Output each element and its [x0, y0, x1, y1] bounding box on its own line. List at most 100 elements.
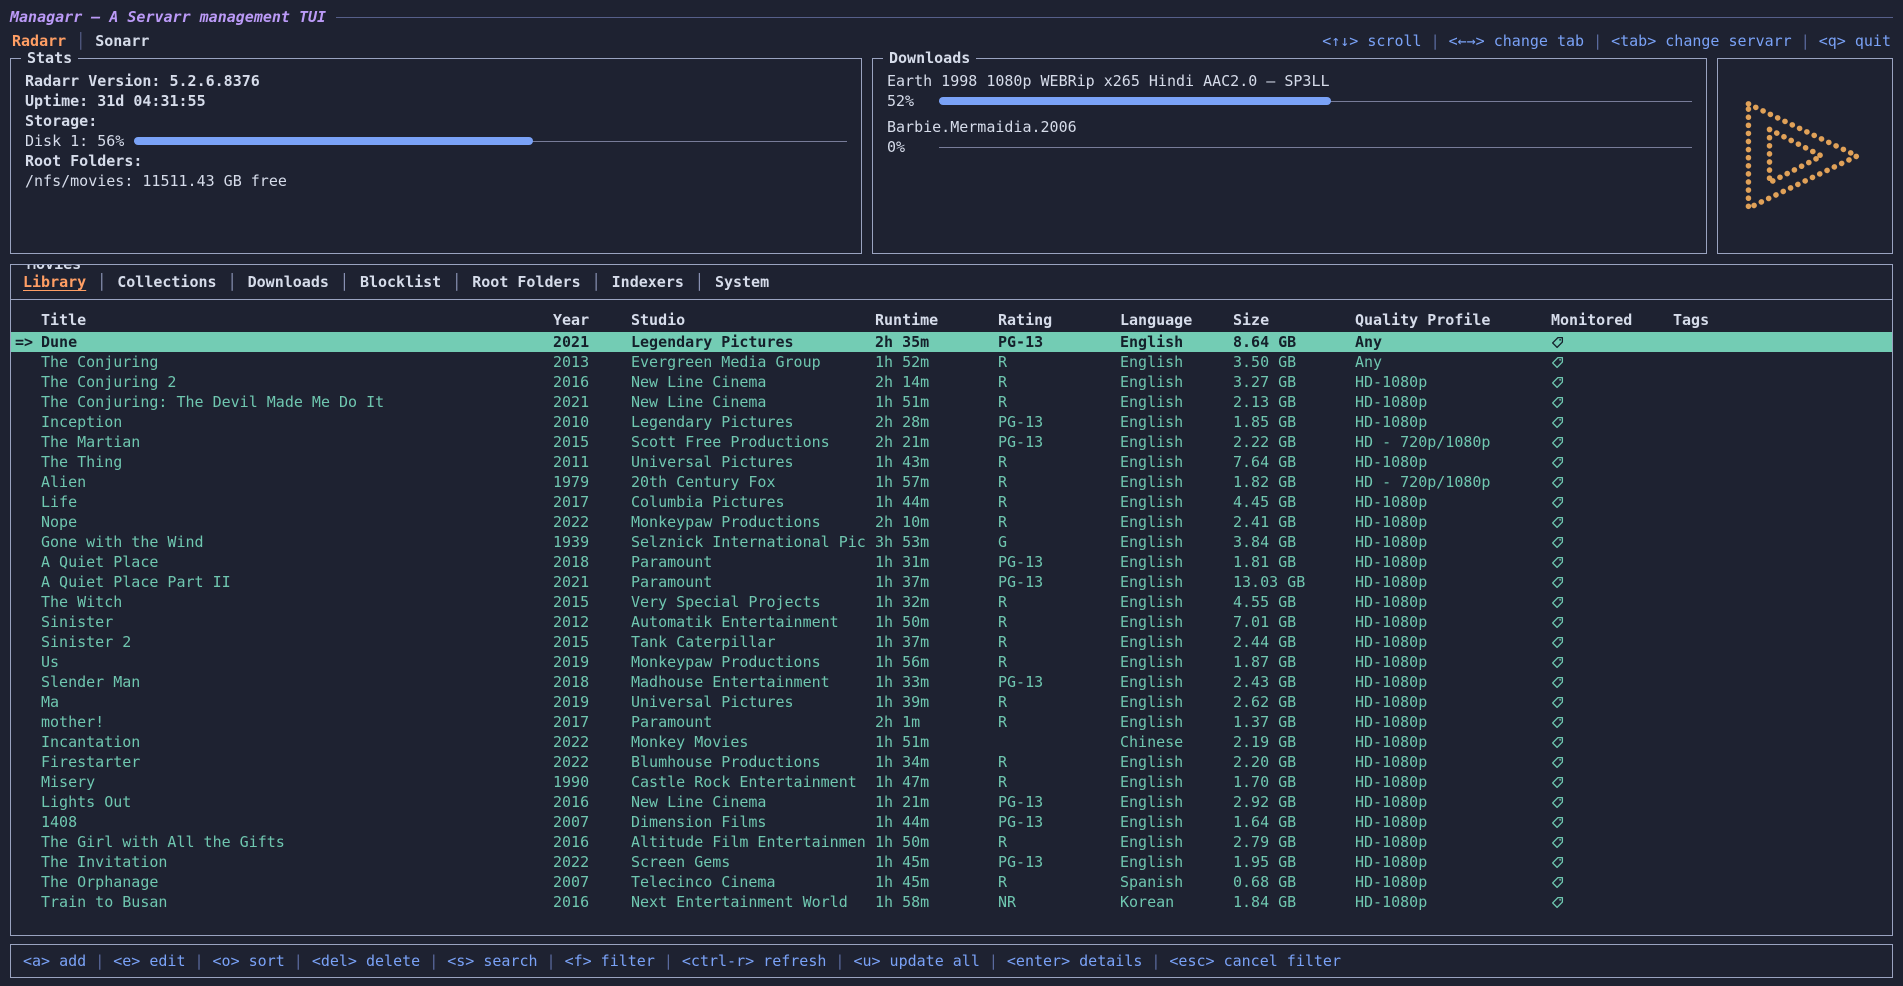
table-row[interactable]: Misery1990Castle Rock Entertainment1h 47…: [11, 772, 1892, 792]
table-row[interactable]: Lights Out2016New Line Cinema1h 21mPG-13…: [11, 792, 1892, 812]
cell-monitored: [1551, 872, 1673, 892]
cell-monitored: [1551, 532, 1673, 552]
table-row[interactable]: The Witch2015Very Special Projects1h 32m…: [11, 592, 1892, 612]
movies-tab-indexers[interactable]: Indexers: [612, 273, 684, 291]
keybinding-hint-key: <ctrl-r>: [682, 952, 754, 970]
cell-runtime: 1h 39m: [875, 692, 998, 712]
movies-tab-root-folders[interactable]: Root Folders: [472, 273, 580, 291]
table-row[interactable]: Firestarter2022Blumhouse Productions1h 3…: [11, 752, 1892, 772]
cell-rating: PG-13: [998, 572, 1120, 592]
cell-rating: PG-13: [998, 672, 1120, 692]
help-hint-label: quit: [1846, 32, 1891, 50]
table-row[interactable]: The Conjuring 22016New Line Cinema2h 14m…: [11, 372, 1892, 392]
table-row[interactable]: Inception2010Legendary Pictures2h 28mPG-…: [11, 412, 1892, 432]
download-item-name: Barbie.Mermaidia.2006: [887, 117, 1692, 137]
separator: │: [592, 273, 601, 291]
table-row[interactable]: Sinister 22015Tank Caterpillar1h 37mREng…: [11, 632, 1892, 652]
table-row[interactable]: A Quiet Place Part II2021Paramount1h 37m…: [11, 572, 1892, 592]
cell-size: 1.82 GB: [1233, 472, 1355, 492]
column-header-size[interactable]: Size: [1233, 310, 1355, 330]
table-row[interactable]: The Invitation2022Screen Gems1h 45mPG-13…: [11, 852, 1892, 872]
column-header-tags[interactable]: Tags: [1673, 310, 1892, 330]
keybinding-hint-label: cancel filter: [1215, 952, 1341, 970]
servarr-tab-sonarr[interactable]: Sonarr: [95, 32, 149, 50]
version-label: Radarr Version:: [25, 71, 160, 91]
cell-year: 2015: [553, 432, 631, 452]
separator: |: [95, 952, 104, 970]
movies-tab-library[interactable]: Library: [23, 273, 86, 291]
table-row[interactable]: Sinister2012Automatik Entertainment1h 50…: [11, 612, 1892, 632]
table-row[interactable]: Gone with the Wind1939Selznick Internati…: [11, 532, 1892, 552]
movies-tab-system[interactable]: System: [715, 273, 769, 291]
column-header-quality[interactable]: Quality Profile: [1355, 310, 1551, 330]
cell-title: Lights Out: [41, 792, 553, 812]
cell-title: A Quiet Place Part II: [41, 572, 553, 592]
cell-quality: HD-1080p: [1355, 512, 1551, 532]
table-row[interactable]: 14082007Dimension Films1h 44mPG-13Englis…: [11, 812, 1892, 832]
cell-quality: HD-1080p: [1355, 712, 1551, 732]
table-row[interactable]: Nope2022Monkeypaw Productions2h 10mREngl…: [11, 512, 1892, 532]
table-row[interactable]: The Conjuring: The Devil Made Me Do It20…: [11, 392, 1892, 412]
cell-year: 2019: [553, 692, 631, 712]
cell-quality: HD-1080p: [1355, 492, 1551, 512]
column-header-runtime[interactable]: Runtime: [875, 310, 998, 330]
table-row[interactable]: The Conjuring2013Evergreen Media Group1h…: [11, 352, 1892, 372]
cell-title: A Quiet Place: [41, 552, 553, 572]
keybinding-hint-label: search: [474, 952, 537, 970]
movies-tab-downloads[interactable]: Downloads: [248, 273, 329, 291]
column-header-language[interactable]: Language: [1120, 310, 1233, 330]
cell-runtime: 1h 45m: [875, 872, 998, 892]
cell-studio: Universal Pictures: [631, 692, 875, 712]
cell-language: Chinese: [1120, 732, 1233, 752]
cell-runtime: 3h 53m: [875, 532, 998, 552]
column-header-year[interactable]: Year: [553, 310, 631, 330]
table-row[interactable]: A Quiet Place2018Paramount1h 31mPG-13Eng…: [11, 552, 1892, 572]
column-header-monitored[interactable]: Monitored: [1551, 310, 1673, 330]
table-row[interactable]: Us2019Monkeypaw Productions1h 56mREnglis…: [11, 652, 1892, 672]
cell-year: 2022: [553, 752, 631, 772]
cell-rating: PG-13: [998, 812, 1120, 832]
movies-tab-blocklist[interactable]: Blocklist: [360, 273, 441, 291]
column-header-rating[interactable]: Rating: [998, 310, 1120, 330]
cell-year: 1990: [553, 772, 631, 792]
table-row[interactable]: The Girl with All the Gifts2016Altitude …: [11, 832, 1892, 852]
monitored-tag-icon: [1551, 396, 1564, 409]
table-row[interactable]: =>Dune2021Legendary Pictures2h 35mPG-13E…: [11, 332, 1892, 352]
cell-size: 1.64 GB: [1233, 812, 1355, 832]
table-row[interactable]: Alien197920th Century Fox1h 57mREnglish1…: [11, 472, 1892, 492]
cell-rating: R: [998, 352, 1120, 372]
servarr-tab-radarr[interactable]: Radarr: [12, 32, 66, 50]
table-row[interactable]: The Orphanage2007Telecinco Cinema1h 45mR…: [11, 872, 1892, 892]
monitored-tag-icon: [1551, 856, 1564, 869]
cell-title: Life: [41, 492, 553, 512]
cell-studio: Legendary Pictures: [631, 412, 875, 432]
table-row[interactable]: Incantation2022Monkey Movies1h 51mChines…: [11, 732, 1892, 752]
table-row[interactable]: Train to Busan2016Next Entertainment Wor…: [11, 892, 1892, 912]
table-row[interactable]: Slender Man2018Madhouse Entertainment1h …: [11, 672, 1892, 692]
table-row[interactable]: Life2017Columbia Pictures1h 44mREnglish4…: [11, 492, 1892, 512]
cell-title: The Orphanage: [41, 872, 553, 892]
table-row[interactable]: The Thing2011Universal Pictures1h 43mREn…: [11, 452, 1892, 472]
table-row[interactable]: mother!2017Paramount2h 1mREnglish1.37 GB…: [11, 712, 1892, 732]
help-hint: <q> quit: [1819, 32, 1891, 50]
column-header-studio[interactable]: Studio: [631, 310, 875, 330]
table-row[interactable]: The Martian2015Scott Free Productions2h …: [11, 432, 1892, 452]
table-row[interactable]: Ma2019Universal Pictures1h 39mREnglish2.…: [11, 692, 1892, 712]
keybinding-hint-label: delete: [357, 952, 420, 970]
cell-year: 2018: [553, 672, 631, 692]
cell-language: Spanish: [1120, 872, 1233, 892]
separator: |: [1431, 32, 1440, 50]
monitored-tag-icon: [1551, 836, 1564, 849]
monitored-tag-icon: [1551, 356, 1564, 369]
keybinding-hint-key: <f>: [565, 952, 592, 970]
cell-monitored: [1551, 892, 1673, 912]
movies-tab-collections[interactable]: Collections: [117, 273, 216, 291]
column-header-title[interactable]: Title: [41, 310, 553, 330]
cell-studio: Paramount: [631, 552, 875, 572]
cell-rating: NR: [998, 892, 1120, 912]
cell-year: 2021: [553, 392, 631, 412]
movies-table[interactable]: TitleYearStudioRuntimeRatingLanguageSize…: [11, 300, 1892, 935]
cell-studio: Columbia Pictures: [631, 492, 875, 512]
cell-quality: HD-1080p: [1355, 692, 1551, 712]
cell-runtime: 2h 35m: [875, 332, 998, 352]
